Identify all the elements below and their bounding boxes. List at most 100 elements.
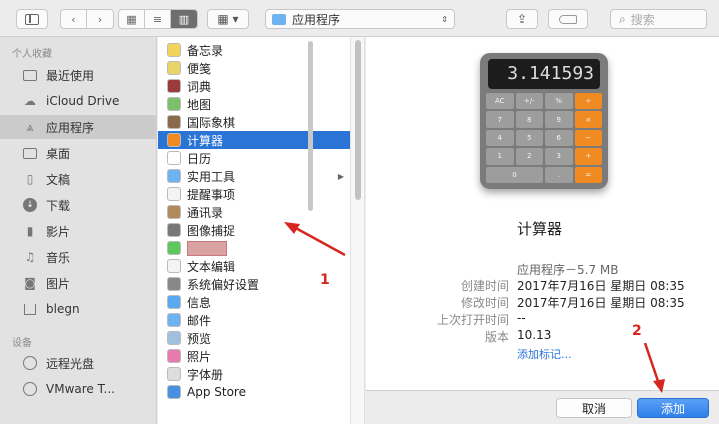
- search-input[interactable]: ⌕ 搜索: [610, 9, 707, 29]
- sidebar-item-label: 下载: [46, 198, 71, 213]
- app-icon: [167, 295, 181, 309]
- list-item[interactable]: 图像捕捉: [158, 221, 350, 239]
- app-icon: [167, 133, 181, 147]
- sidebar-item-recent[interactable]: 最近使用: [0, 63, 156, 87]
- cancel-button[interactable]: 取消: [556, 398, 632, 418]
- app-icon: [167, 79, 181, 93]
- apps-icon: ⩓: [26, 119, 34, 134]
- path-popup[interactable]: 应用程序 ⇕: [265, 9, 455, 29]
- sidebar-item-home[interactable]: blegn: [0, 297, 156, 321]
- sidebar-item-label: 桌面: [46, 146, 71, 161]
- search-placeholder: 搜索: [630, 12, 655, 27]
- chevron-right-icon: ▶: [337, 171, 344, 181]
- desktop-icon: [22, 146, 38, 160]
- meta-label-created: 创建时间: [460, 279, 509, 293]
- disc-icon: [22, 356, 38, 370]
- sidebar-item-label: 文稿: [46, 172, 71, 187]
- sidebar-item-pictures[interactable]: ◙ 图片: [0, 271, 156, 295]
- list-icon: ≡: [152, 12, 163, 26]
- tag-icon: [559, 14, 577, 24]
- app-icon: [167, 151, 181, 165]
- meta-label-last-opened: 上次打开时间: [436, 313, 509, 327]
- list-item-label: 系统偏好设置: [187, 277, 260, 292]
- movies-icon: ▮: [26, 224, 34, 238]
- sidebar-item-label: 最近使用: [46, 68, 95, 83]
- sidebar-toggle-button[interactable]: [16, 9, 48, 29]
- sidebar-item-label: 音乐: [46, 250, 71, 265]
- list-item[interactable]: 词典: [158, 77, 350, 95]
- list-item[interactable]: 字体册: [158, 365, 350, 383]
- cloud-icon: ☁: [24, 94, 36, 108]
- sidebar-item-label: blegn: [46, 302, 80, 316]
- list-item[interactable]: 便笺: [158, 59, 350, 77]
- list-item[interactable]: 国际象棋: [158, 113, 350, 131]
- list-item[interactable]: App Store: [158, 383, 350, 401]
- list-item[interactable]: 提醒事项: [158, 185, 350, 203]
- list-item[interactable]: 日历: [158, 149, 350, 167]
- sidebar-item-label: 远程光盘: [46, 356, 95, 371]
- list-item[interactable]: 邮件: [158, 311, 350, 329]
- column-scrollbar[interactable]: [355, 40, 361, 200]
- sidebar-item-label: 应用程序: [46, 120, 95, 135]
- forward-button[interactable]: ›: [87, 10, 113, 28]
- list-item-label: 地图: [187, 97, 212, 112]
- grid-icon: ▦: [126, 12, 137, 26]
- app-icon: [167, 115, 181, 129]
- list-item-label: 字体册: [187, 367, 224, 382]
- list-view-button[interactable]: ≡: [145, 10, 171, 28]
- list-item[interactable]: 通讯录: [158, 203, 350, 221]
- arrange-button[interactable]: ▦ ▾: [207, 9, 249, 29]
- list-item[interactable]: [158, 239, 350, 257]
- sidebar-item-downloads[interactable]: ↓ 下载: [0, 193, 156, 217]
- disc-icon: [22, 382, 38, 396]
- app-icon: [167, 313, 181, 327]
- list-item-label: App Store: [187, 385, 246, 399]
- list-item[interactable]: 信息: [158, 293, 350, 311]
- meta-label-version: 版本: [484, 330, 509, 344]
- sidebar-item-documents[interactable]: ▯ 文稿: [0, 167, 156, 191]
- app-icon: [167, 331, 181, 345]
- icon-view-button[interactable]: ▦: [119, 10, 145, 28]
- list-item[interactable]: 实用工具 ▶: [158, 167, 350, 185]
- list-item-label: 便笺: [187, 61, 212, 76]
- devices-header: 设备: [12, 338, 32, 349]
- list-item[interactable]: 照片: [158, 347, 350, 365]
- sidebar-item-label: 图片: [46, 276, 71, 291]
- sidebar-item-icloud[interactable]: ☁ iCloud Drive: [0, 89, 156, 113]
- list-item[interactable]: 地图: [158, 95, 350, 113]
- back-button[interactable]: ‹: [61, 10, 87, 28]
- download-icon: ↓: [22, 198, 38, 212]
- folder-icon: [272, 13, 286, 25]
- list-item-label: 计算器: [187, 133, 224, 148]
- add-tags-link[interactable]: 添加标记...: [517, 346, 572, 362]
- meta-label-modified: 修改时间: [460, 296, 509, 310]
- list-item-label: 通讯录: [187, 205, 224, 220]
- tags-button[interactable]: [548, 9, 588, 29]
- app-icon: [167, 277, 181, 291]
- calculator-display: 3.141593: [488, 59, 600, 89]
- list-scrollbar[interactable]: [308, 41, 313, 211]
- sidebar-item-desktop[interactable]: 桌面: [0, 141, 156, 165]
- list-item-label: 提醒事项: [187, 187, 236, 202]
- share-button[interactable]: ⇪: [506, 9, 538, 29]
- sidebar-item-remote-disc[interactable]: 远程光盘: [0, 351, 156, 375]
- column-view-button[interactable]: ▥: [171, 10, 197, 28]
- list-item-label: 邮件: [187, 313, 212, 328]
- list-item-label: 预览: [187, 331, 212, 346]
- sidebar-item-vmware[interactable]: VMware T...: [0, 377, 156, 401]
- add-button[interactable]: 添加: [637, 398, 709, 418]
- view-mode-selector: ▦ ≡ ▥: [118, 9, 198, 29]
- sidebar-item-music[interactable]: ♫ 音乐: [0, 245, 156, 269]
- sidebar-item-applications[interactable]: ⩓ 应用程序: [0, 115, 156, 139]
- sidebar-icon: [25, 13, 39, 25]
- calculator-app-icon: 3.141593 AC +/-% ÷ 7 8 9 × 4 5 6− 1 2 3 + 0. =: [480, 53, 608, 189]
- app-icon: [167, 169, 181, 183]
- list-item[interactable]: 备忘录: [158, 41, 350, 59]
- arrange-icon: ▦ ▾: [217, 12, 239, 26]
- sidebar-item-movies[interactable]: ▮ 影片: [0, 219, 156, 243]
- favorites-header: 个人收藏: [12, 49, 52, 60]
- list-item[interactable]: 计算器: [158, 131, 350, 149]
- app-icon: [167, 259, 181, 273]
- list-item[interactable]: 预览: [158, 329, 350, 347]
- app-icon: [167, 241, 181, 255]
